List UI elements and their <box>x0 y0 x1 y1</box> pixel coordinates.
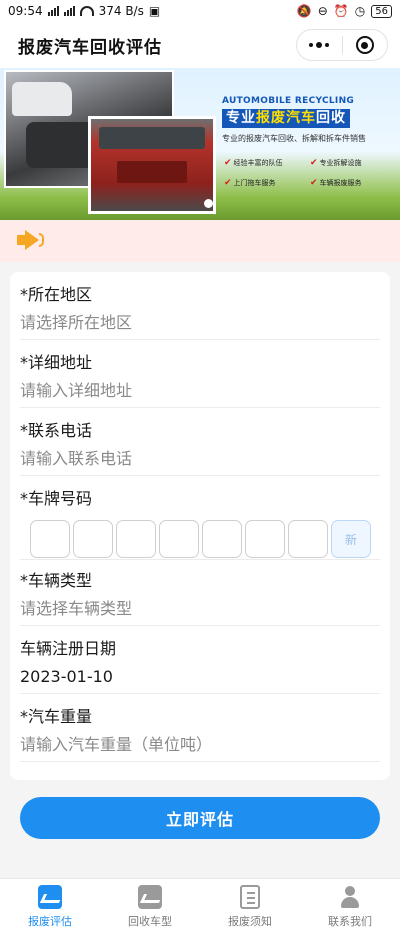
tab-recycle-models[interactable]: 回收车型 <box>100 879 200 932</box>
phone-field[interactable]: *联系电话 请输入联系电话 <box>20 420 380 476</box>
plate-input-group: 新 <box>20 520 380 558</box>
plate-field: *车牌号码 新 <box>20 488 380 560</box>
banner-feature: ✔ 上门拖车服务 <box>224 178 276 188</box>
plate-char-box[interactable] <box>30 520 70 558</box>
phone-input[interactable]: 请输入联系电话 <box>20 448 380 470</box>
check-icon: ✔ <box>310 158 318 168</box>
banner-title-highlight: 报废汽车 <box>256 110 316 126</box>
tab-contact-us[interactable]: 联系我们 <box>300 879 400 932</box>
windshield-shape <box>99 127 205 149</box>
user-icon <box>338 885 362 909</box>
more-button[interactable] <box>297 42 342 48</box>
plate-char-box[interactable] <box>288 520 328 558</box>
reg-date-picker[interactable]: 2023-01-10 <box>20 666 380 688</box>
plate-char-box[interactable] <box>159 520 199 558</box>
plate-char-box[interactable] <box>73 520 113 558</box>
status-left: 09:54 374 B/s ▣ <box>8 4 160 18</box>
red-truck-photo <box>88 116 216 214</box>
banner-title-pre: 专业 <box>226 110 256 126</box>
tab-label: 回收车型 <box>128 915 172 928</box>
notice-bar[interactable] <box>0 220 400 262</box>
banner-carousel[interactable]: AUTOMOBILE RECYCLING 专业报废汽车回收 专业的报废汽车回收、… <box>0 68 400 220</box>
weight-input[interactable]: 请输入汽车重量（单位吨） <box>20 734 380 756</box>
battery-icon: 56 <box>371 4 392 18</box>
banner-en-title: AUTOMOBILE RECYCLING <box>222 96 355 106</box>
phone-label: *联系电话 <box>20 421 93 440</box>
tab-label: 报废评估 <box>28 915 72 928</box>
plate-label: *车牌号码 <box>20 489 93 508</box>
carousel-indicator-dot[interactable] <box>204 199 213 208</box>
banner-title: 专业报废汽车回收 <box>222 109 350 128</box>
reg-date-label: 车辆注册日期 <box>20 639 117 658</box>
status-bar: 09:54 374 B/s ▣ 🔕 ⊖ ⏰ ◷ 56 <box>0 0 400 22</box>
tab-scrap-evaluation[interactable]: 报废评估 <box>0 879 100 932</box>
page-title: 报废汽车回收评估 <box>18 37 162 58</box>
tab-bar: 报废评估 回收车型 报废须知 联系我们 <box>0 878 400 932</box>
status-time: 09:54 <box>8 4 43 18</box>
check-icon: ✔ <box>310 178 318 188</box>
banner-feature: ✔ 车辆报废服务 <box>310 178 362 188</box>
evaluate-button[interactable]: 立即评估 <box>20 797 380 839</box>
address-field[interactable]: *详细地址 请输入详细地址 <box>20 352 380 408</box>
close-button[interactable] <box>343 36 388 54</box>
banner-feature: ✔ 专业拆解设施 <box>310 158 362 168</box>
plate-char-box[interactable] <box>116 520 156 558</box>
nav-bar: 报废汽车回收评估 <box>0 22 400 68</box>
vehicle-type-field[interactable]: *车辆类型 请选择车辆类型 <box>20 570 380 626</box>
tab-scrap-notice[interactable]: 报废须知 <box>200 879 300 932</box>
more-dot-icon <box>325 43 330 47</box>
mute-bell-icon: 🔕 <box>296 4 312 18</box>
chart-icon <box>38 885 62 909</box>
car-shape <box>12 82 72 116</box>
address-input[interactable]: 请输入详细地址 <box>20 380 380 402</box>
region-select[interactable]: 请选择所在地区 <box>20 312 380 334</box>
more-dot-icon <box>309 43 314 47</box>
do-not-disturb-icon: ⊖ <box>317 4 328 18</box>
tab-label: 联系我们 <box>328 915 372 928</box>
document-icon <box>238 885 262 909</box>
clock-icon: ◷ <box>354 4 366 18</box>
vehicle-type-label: *车辆类型 <box>20 571 93 590</box>
address-label: *详细地址 <box>20 353 93 372</box>
evaluation-form: *所在地区 请选择所在地区 *详细地址 请输入详细地址 *联系电话 请输入联系电… <box>10 272 390 780</box>
banner-subtitle: 专业的报废汽车回收、拆解和拆车件销售 <box>222 134 366 143</box>
megaphone-icon <box>13 228 44 254</box>
signal-icon-2 <box>63 6 75 16</box>
chart-icon <box>138 885 162 909</box>
plate-char-box[interactable] <box>245 520 285 558</box>
alarm-icon: ⏰ <box>333 4 349 18</box>
network-speed: 374 B/s <box>98 4 144 18</box>
signal-icon <box>47 6 59 16</box>
close-target-icon <box>355 36 374 54</box>
weight-label: *汽车重量 <box>20 707 93 726</box>
banner-feature: ✔ 经验丰富的队伍 <box>224 158 283 168</box>
plate-char-box[interactable] <box>202 520 242 558</box>
wifi-icon <box>79 6 94 16</box>
more-dot-icon <box>316 42 323 48</box>
check-icon: ✔ <box>224 178 232 188</box>
banner-title-post: 回收 <box>316 110 346 126</box>
grille-shape <box>117 161 187 183</box>
region-field[interactable]: *所在地区 请选择所在地区 <box>20 284 380 340</box>
check-icon: ✔ <box>224 158 232 168</box>
status-right: 🔕 ⊖ ⏰ ◷ 56 <box>297 4 392 18</box>
vehicle-type-select[interactable]: 请选择车辆类型 <box>20 598 380 620</box>
reg-date-field[interactable]: 车辆注册日期 2023-01-10 <box>20 638 380 694</box>
hd-icon: ▣ <box>148 4 161 18</box>
new-energy-plate-box[interactable]: 新 <box>331 520 371 558</box>
region-label: *所在地区 <box>20 285 93 304</box>
miniprogram-capsule <box>296 29 388 61</box>
tab-label: 报废须知 <box>228 915 272 928</box>
weight-field[interactable]: *汽车重量 请输入汽车重量（单位吨） <box>20 706 380 762</box>
